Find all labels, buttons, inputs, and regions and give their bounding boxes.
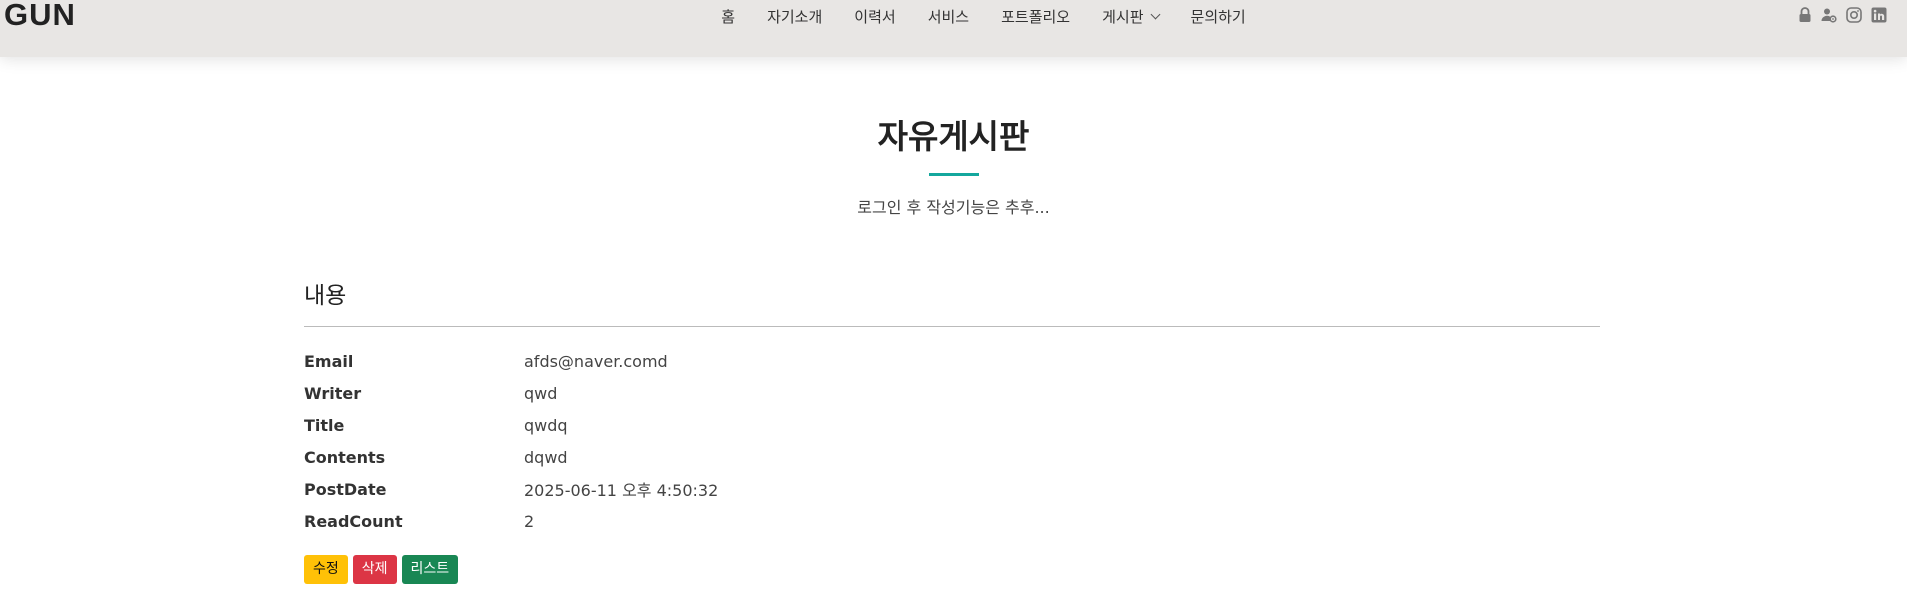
detail-label: Title [304,415,345,435]
detail-value: 2025-06-11 오후 4:50:32 [524,481,719,500]
divider [304,326,1600,327]
detail-row-contents: Contents dqwd [304,441,1600,473]
detail-value: afds@naver.comd [524,351,668,371]
detail-value: dqwd [524,447,568,467]
detail-value: qwd [524,383,558,403]
page-subtitle: 로그인 후 작성기능은 추후... [857,198,1050,217]
detail-row-email: Email afds@naver.comd [304,345,1600,377]
detail-label: ReadCount [304,511,403,531]
nav-label: 게시판 [1102,8,1144,26]
detail-list: Email afds@naver.comd Writer qwd Title q… [304,345,1600,537]
delete-button[interactable]: 삭제 [352,555,397,584]
social-links [1798,7,1887,23]
title-underline [928,173,979,176]
detail-value: 2 [524,511,535,531]
linkedin-icon[interactable] [1871,7,1887,23]
nav-label: 홈 [721,8,736,26]
action-buttons: 수정 삭제 리스트 [304,555,1600,584]
detail-row-title: Title qwdq [304,409,1600,441]
nav-item-home[interactable]: 홈 [705,4,751,29]
page-title: 자유게시판 [877,117,1030,156]
nav-item-services[interactable]: 서비스 [912,4,985,29]
nav-label: 이력서 [854,8,896,26]
nav-label: 서비스 [927,8,970,26]
nav-item-resume[interactable]: 이력서 [838,4,911,29]
nav-item-about[interactable]: 자기소개 [751,4,838,29]
site-header: GUN 홈 자기소개 이력서 서비스 포트폴리오 게시판 문의하기 [0,0,1907,57]
nav-item-board[interactable]: 게시판 [1086,4,1174,29]
lock-icon[interactable] [1798,7,1812,23]
list-button[interactable]: 리스트 [401,555,459,584]
detail-row-readcount: ReadCount 2 [304,505,1600,537]
nav-label: 자기소개 [767,8,823,26]
detail-label: Contents [304,447,386,467]
instagram-icon[interactable] [1846,7,1862,23]
chevron-down-icon [1150,9,1160,20]
nav-item-portfolio[interactable]: 포트폴리오 [985,4,1086,29]
main-nav: 홈 자기소개 이력서 서비스 포트폴리오 게시판 문의하기 [0,4,1907,29]
nav-label: 문의하기 [1190,8,1246,26]
detail-heading: 내용 [304,283,347,309]
nav-label: 포트폴리오 [1001,8,1071,26]
detail-label: Writer [304,383,362,403]
detail-value: qwdq [524,415,568,435]
detail-row-writer: Writer qwd [304,377,1600,409]
user-gear-icon[interactable] [1821,7,1837,23]
edit-button[interactable]: 수정 [304,555,348,584]
detail-label: PostDate [304,479,387,499]
post-detail: 내용 Email afds@naver.comd Writer qwd Titl… [304,276,1600,584]
detail-label: Email [304,351,354,371]
nav-item-contact[interactable]: 문의하기 [1175,4,1262,29]
detail-row-postdate: PostDate 2025-06-11 오후 4:50:32 [304,473,1600,505]
section-header: 자유게시판 로그인 후 작성기능은 추후... [0,110,1907,218]
